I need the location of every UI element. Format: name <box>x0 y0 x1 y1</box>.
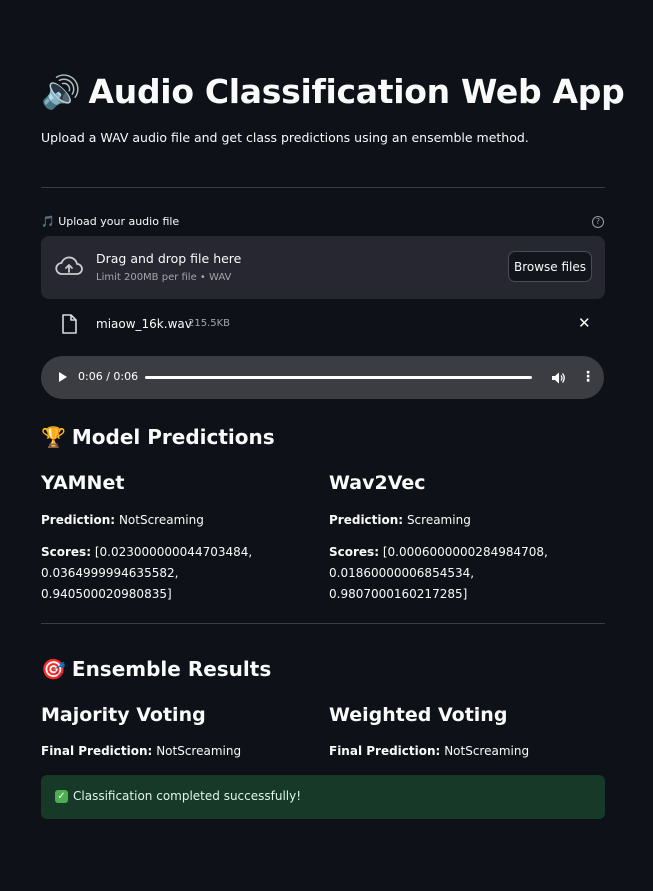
divider <box>41 623 605 624</box>
file-icon <box>61 314 77 338</box>
app-page: 🔊 Audio Classification Web App Upload a … <box>0 0 653 891</box>
audio-player[interactable]: 0:06 / 0:06 ⋮ <box>41 356 604 399</box>
prediction-label: Prediction: <box>329 513 404 527</box>
file-name: miaow_16k.wav <box>96 317 192 331</box>
more-options-icon[interactable]: ⋮ <box>581 369 595 385</box>
model-name: YAMNet <box>41 472 125 494</box>
close-icon[interactable]: ✕ <box>578 316 591 331</box>
speaker-icon: 🔊 <box>41 72 81 111</box>
ensemble-final-prediction: Final Prediction: NotScreaming <box>329 744 529 758</box>
divider <box>41 187 605 188</box>
scores-label: Scores: <box>41 545 91 559</box>
prediction-value: NotScreaming <box>118 513 204 527</box>
audio-progress-bar[interactable] <box>145 376 532 379</box>
ensemble-results-heading-text: Ensemble Results <box>71 657 272 681</box>
success-message: Classification completed successfully! <box>73 789 302 803</box>
check-icon: ✓ <box>55 790 68 803</box>
model-name: Wav2Vec <box>329 472 426 494</box>
page-subtitle: Upload a WAV audio file and get class pr… <box>41 130 529 145</box>
audio-time: 0:06 / 0:06 <box>78 370 139 383</box>
ensemble-final-prediction: Final Prediction: NotScreaming <box>41 744 241 758</box>
browse-files-button[interactable]: Browse files <box>508 251 592 282</box>
model-prediction: Prediction: Screaming <box>329 513 471 527</box>
final-prediction-label: Final Prediction: <box>41 744 153 758</box>
page-title-text: Audio Classification Web App <box>88 72 625 111</box>
model-predictions-heading-text: Model Predictions <box>71 425 275 449</box>
final-prediction-label: Final Prediction: <box>329 744 441 758</box>
question-circle-icon[interactable]: ? <box>592 216 604 228</box>
model-prediction: Prediction: NotScreaming <box>41 513 204 527</box>
success-alert: ✓ Classification completed successfully! <box>41 775 605 819</box>
final-prediction-value: NotScreaming <box>156 744 242 758</box>
ensemble-results-heading: 🎯 Ensemble Results <box>41 657 271 681</box>
prediction-value: Screaming <box>406 513 471 527</box>
uploaded-file-row: miaow_16k.wav 215.5KB ✕ <box>41 310 605 338</box>
cloud-upload-icon <box>54 255 84 281</box>
file-size: 215.5KB <box>188 318 231 329</box>
final-prediction-value: NotScreaming <box>444 744 530 758</box>
scores-label: Scores: <box>329 545 379 559</box>
target-icon: 🎯 <box>41 657 66 681</box>
model-scores: Scores: [0.0006000000284984708, 0.018600… <box>329 542 589 605</box>
dropzone-title: Drag and drop file here <box>96 251 242 266</box>
ensemble-method-name: Majority Voting <box>41 704 206 726</box>
dropzone-limit: Limit 200MB per file • WAV <box>96 272 232 283</box>
trophy-icon: 🏆 <box>41 425 66 449</box>
volume-icon[interactable] <box>551 370 565 389</box>
upload-label: 🎵 Upload your audio file <box>41 215 180 228</box>
page-title: 🔊 Audio Classification Web App <box>41 72 625 111</box>
file-dropzone[interactable]: Drag and drop file here Limit 200MB per … <box>41 236 605 299</box>
model-scores: Scores: [0.023000000044703484, 0.0364999… <box>41 542 291 605</box>
play-icon[interactable] <box>59 372 67 382</box>
ensemble-method-name: Weighted Voting <box>329 704 508 726</box>
prediction-label: Prediction: <box>41 513 116 527</box>
model-predictions-heading: 🏆 Model Predictions <box>41 425 275 449</box>
